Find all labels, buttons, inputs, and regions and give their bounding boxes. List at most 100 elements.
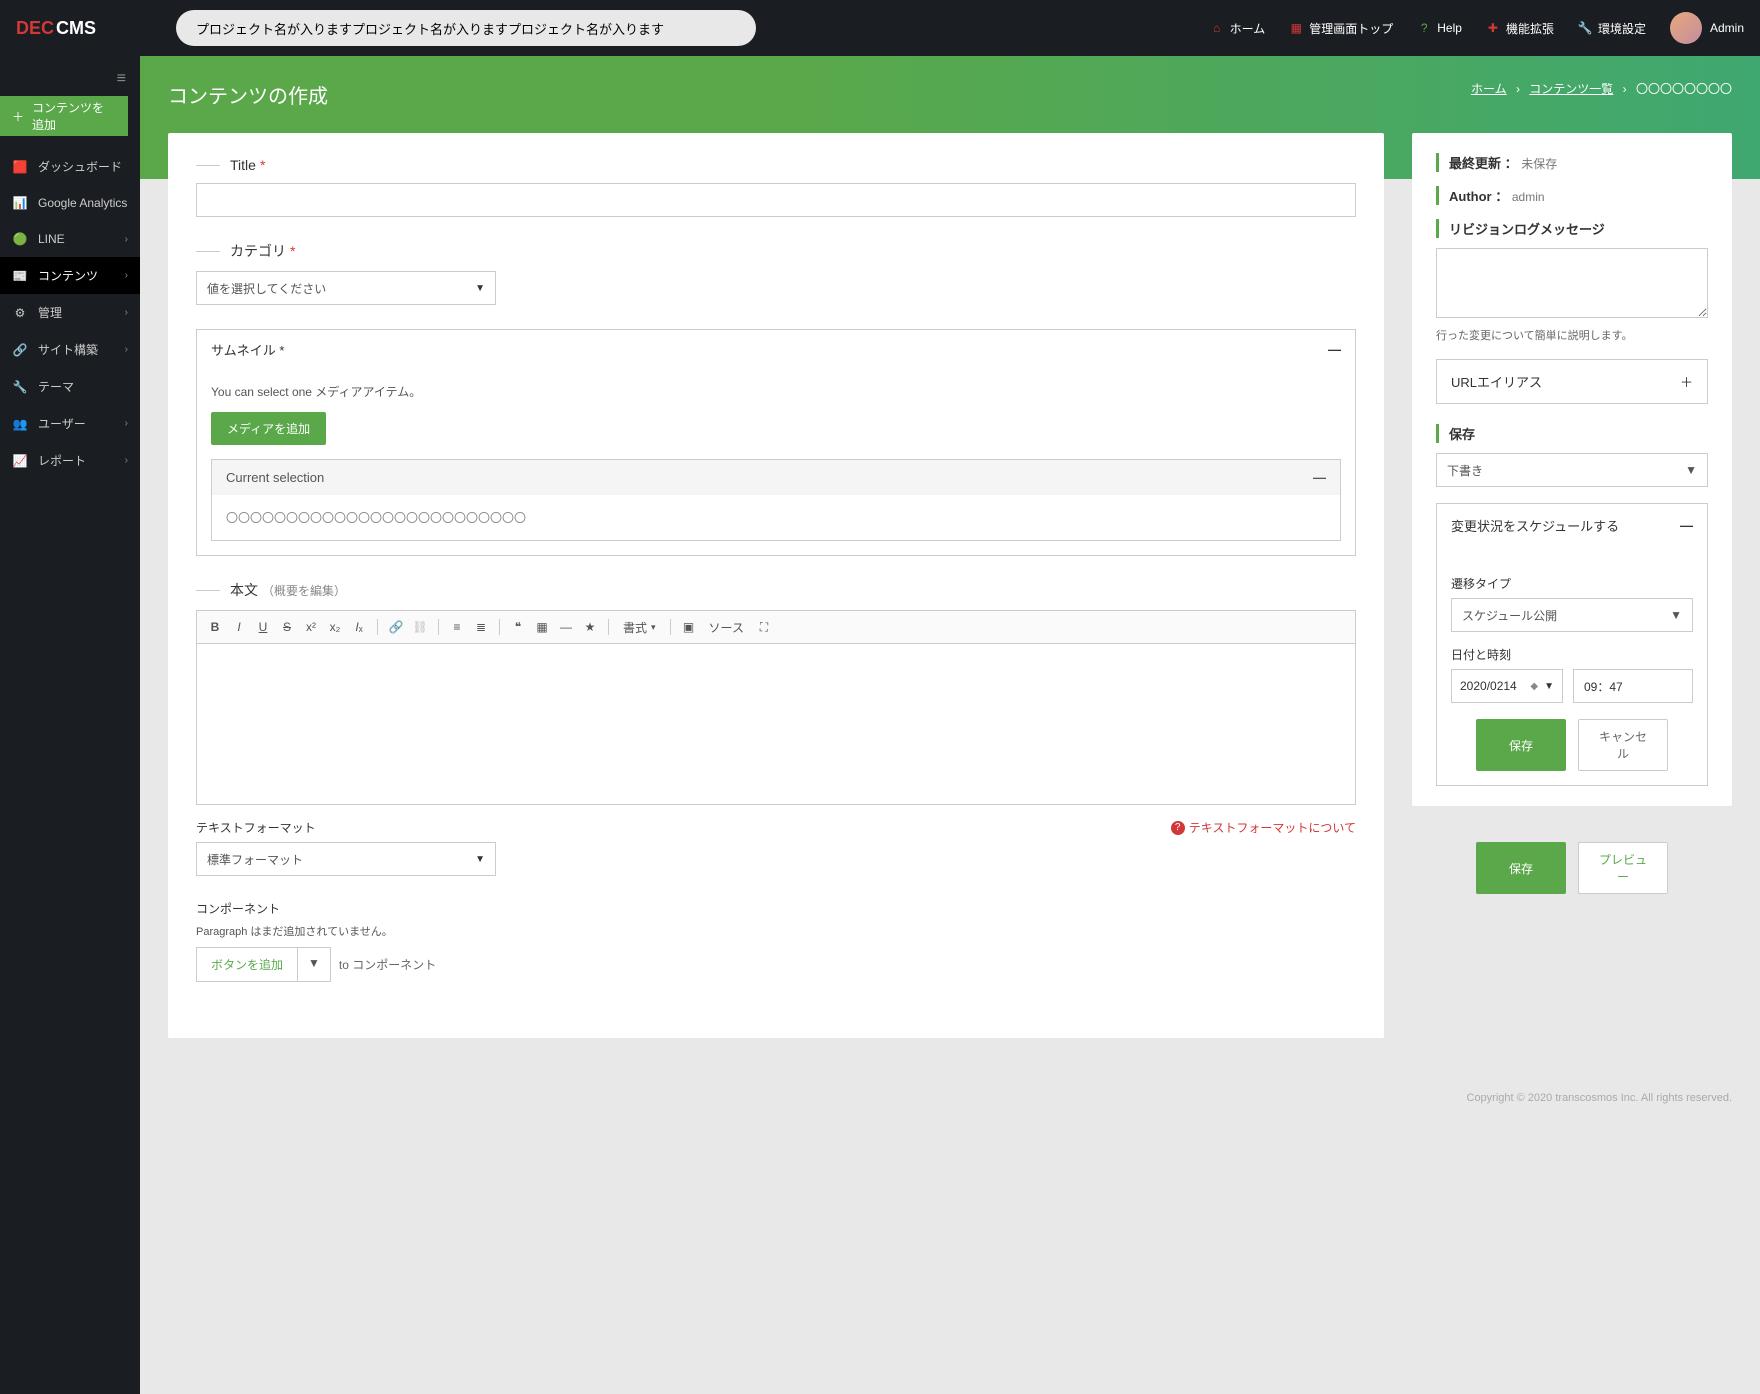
project-name-input[interactable] xyxy=(176,10,756,46)
caret-down-icon: ▾ xyxy=(651,622,656,633)
title-input[interactable] xyxy=(196,183,1356,217)
page-title: コンテンツの作成 xyxy=(168,80,328,109)
caret-down-icon[interactable]: ▼ xyxy=(297,948,330,981)
stepper-icon[interactable]: ◆ xyxy=(1530,681,1538,692)
italic-icon[interactable]: I xyxy=(229,617,249,637)
revlog-textarea[interactable] xyxy=(1436,248,1708,318)
save-status-value: 下書き xyxy=(1447,462,1483,479)
nav-extend[interactable]: ✚ 機能拡張 xyxy=(1486,20,1554,37)
sidebar-item-5[interactable]: 🔗サイト構築› xyxy=(0,331,140,368)
nav-admin-top[interactable]: ▦管理画面トップ xyxy=(1289,20,1393,37)
text-format-select[interactable]: 標準フォーマット ▼ xyxy=(196,842,496,876)
quote-icon[interactable]: ❝ xyxy=(508,617,528,637)
category-select[interactable]: 値を選択してください ▼ xyxy=(196,271,496,305)
rich-text-editor: B I U S x² x₂ Iₓ 🔗 ⛓ xyxy=(196,610,1356,805)
add-component-label: ボタンを追加 xyxy=(197,948,297,981)
to-component-text: to コンポーネント xyxy=(339,956,436,973)
plus-icon: ＋ xyxy=(12,108,24,125)
numbered-list-icon[interactable]: ≣ xyxy=(471,617,491,637)
logo[interactable]: DECCMS xyxy=(16,18,96,39)
meta-card: 最終更新 ： 未保存 Author ： admin リビジョンログメッセージ 行… xyxy=(1412,133,1732,806)
logo-dec: DEC xyxy=(16,18,54,39)
sidebar-item-6[interactable]: 🔧テーマ xyxy=(0,368,140,405)
source-label[interactable]: ソース xyxy=(703,619,750,636)
underline-icon[interactable]: U xyxy=(253,617,273,637)
sidebar-icon: 📈 xyxy=(12,453,28,469)
right-column: 最終更新 ： 未保存 Author ： admin リビジョンログメッセージ 行… xyxy=(1412,133,1732,894)
sidebar-item-7[interactable]: 👥ユーザー› xyxy=(0,405,140,442)
chevron-right-icon: › xyxy=(125,234,128,245)
chevron-right-icon: › xyxy=(125,344,128,355)
collapse-icon[interactable]: — xyxy=(1328,342,1341,357)
format-select[interactable]: 書式 ▾ xyxy=(617,619,662,636)
sidebar-item-4[interactable]: ⚙管理› xyxy=(0,294,140,331)
collapse-icon[interactable]: — xyxy=(1313,470,1326,485)
bold-icon[interactable]: B xyxy=(205,617,225,637)
bottom-actions: 保存 プレビュー xyxy=(1412,842,1732,894)
sidebar-item-0[interactable]: 🟥ダッシュボード xyxy=(0,148,140,185)
sidebar-item-label: LINE xyxy=(38,232,65,246)
date-input[interactable]: 2020/0214 ◆ ▼ xyxy=(1451,669,1563,703)
puzzle-icon: ✚ xyxy=(1486,21,1500,35)
hr-icon[interactable]: — xyxy=(556,617,576,637)
sidebar-item-8[interactable]: 📈 レポート › xyxy=(0,442,140,479)
caret-down-icon: ▼ xyxy=(1685,463,1697,477)
subscript-icon[interactable]: x₂ xyxy=(325,617,345,637)
rte-body[interactable] xyxy=(197,644,1355,804)
nav-help-label: Help xyxy=(1437,21,1462,35)
clear-format-icon[interactable]: Iₓ xyxy=(349,617,369,637)
header: DECCMS ⌂ホーム ▦管理画面トップ ? Help ✚ 機能拡張 🔧環境設定 A… xyxy=(0,0,1760,56)
save-section-label: 保存 xyxy=(1436,424,1708,443)
chevron-right-icon: › xyxy=(125,418,128,429)
save-button[interactable]: 保存 xyxy=(1476,842,1566,894)
sidebar-item-1[interactable]: 📊Google Analytics xyxy=(0,185,140,221)
component-note: Paragraph はまだ追加されていません。 xyxy=(196,923,1356,939)
nav-settings-label: 環境設定 xyxy=(1598,20,1646,37)
url-alias-row[interactable]: URLエイリアス ＋ xyxy=(1436,359,1708,404)
avatar xyxy=(1670,12,1702,44)
home-icon: ⌂ xyxy=(1210,21,1224,35)
add-component-button[interactable]: ボタンを追加 ▼ xyxy=(196,947,331,982)
preview-button[interactable]: プレビュー xyxy=(1578,842,1668,894)
nav-extend-label: 機能拡張 xyxy=(1506,20,1554,37)
sidebar-item-label: ダッシュボード xyxy=(38,158,122,175)
nav-admin-top-label: 管理画面トップ xyxy=(1309,20,1393,37)
sidebar-item-2[interactable]: 🟢 LINE › xyxy=(0,221,140,257)
add-content-button[interactable]: ＋ コンテンツを追加 xyxy=(0,96,128,136)
text-format-help-link[interactable]: ? テキストフォーマットについて xyxy=(1171,819,1356,836)
star-icon[interactable]: ★ xyxy=(580,617,600,637)
source-icon[interactable]: ▣ xyxy=(679,617,699,637)
user-menu[interactable]: Admin xyxy=(1670,12,1744,44)
required-mark: * xyxy=(260,157,265,173)
table-icon[interactable]: ▦ xyxy=(532,617,552,637)
transition-select[interactable]: スケジュール公開 ▼ xyxy=(1451,598,1693,632)
sidebar-icon: ⚙ xyxy=(12,305,28,321)
fullscreen-icon[interactable]: ⛶ xyxy=(754,617,774,637)
time-input[interactable]: 09：47 xyxy=(1573,669,1693,703)
superscript-icon[interactable]: x² xyxy=(301,617,321,637)
sidebar-icon: 🟢 xyxy=(12,231,28,247)
help-icon: ? xyxy=(1417,21,1431,35)
crumb-list[interactable]: コンテンツ一覧 xyxy=(1529,82,1613,96)
schedule-cancel-button[interactable]: キャンセル xyxy=(1578,719,1668,771)
revlog-label: リビジョンログメッセージ xyxy=(1436,219,1708,238)
last-updated-label: 最終更新 ： xyxy=(1449,156,1518,171)
schedule-save-button[interactable]: 保存 xyxy=(1476,719,1566,771)
add-media-button[interactable]: メディアを追加 xyxy=(211,412,326,445)
link-icon[interactable]: 🔗 xyxy=(386,617,406,637)
strike-icon[interactable]: S xyxy=(277,617,297,637)
bullet-list-icon[interactable]: ≡ xyxy=(447,617,467,637)
nav-home[interactable]: ⌂ホーム xyxy=(1210,20,1266,37)
hamburger-icon[interactable]: ≡ xyxy=(0,62,140,96)
nav-help[interactable]: ? Help xyxy=(1417,21,1462,35)
save-status-select[interactable]: 下書き ▼ xyxy=(1436,453,1708,487)
crumb-home[interactable]: ホーム xyxy=(1471,82,1507,96)
nav-settings[interactable]: 🔧環境設定 xyxy=(1578,20,1646,37)
sidebar-item-3[interactable]: 📰コンテンツ› xyxy=(0,257,140,294)
unlink-icon[interactable]: ⛓ xyxy=(410,617,430,637)
caret-down-icon[interactable]: ▼ xyxy=(1544,681,1554,692)
collapse-icon[interactable]: — xyxy=(1680,518,1693,533)
chevron-right-icon: › xyxy=(125,455,128,466)
sidebar-item-label: レポート xyxy=(38,452,86,469)
add-content-label: コンテンツを追加 xyxy=(32,99,116,133)
